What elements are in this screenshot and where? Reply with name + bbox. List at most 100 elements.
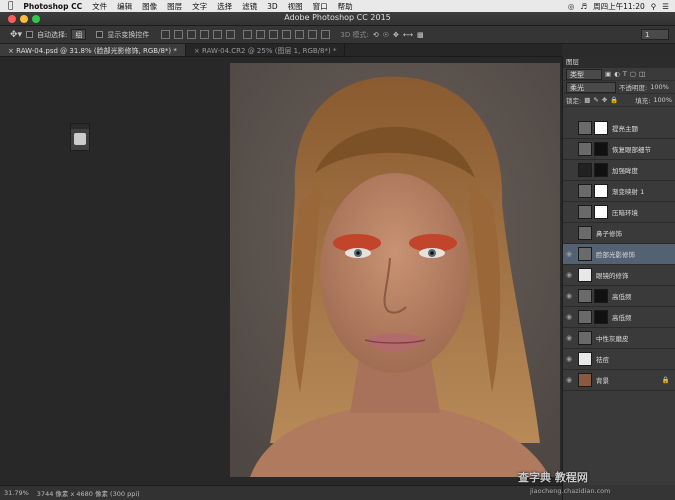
floating-panel[interactable] (70, 123, 90, 151)
menu-help[interactable]: 帮助 (338, 1, 353, 12)
auto-align-icon[interactable] (321, 30, 331, 39)
lock-pixels-icon[interactable]: ▩ (584, 96, 590, 104)
layer-row[interactable]: ◉ 高低频 (563, 286, 675, 307)
options-bar: ✥▾ 自动选择: 组 显示变换控件 3D 模式: ⟲ ☉ ✥ ⟷ ▩ 1 (0, 26, 675, 44)
move-tool-icon[interactable]: ✥▾ (10, 30, 22, 40)
layer-name: 提亮主题 (612, 125, 638, 133)
menu-edit[interactable]: 编辑 (117, 1, 132, 12)
menubar-clock[interactable]: 周四上午11:20 (593, 1, 645, 12)
layers-panel-title[interactable]: 图层 (563, 57, 675, 68)
layer-thumbnail (578, 352, 592, 366)
roll-3d-icon[interactable]: ☉ (383, 31, 389, 39)
app-menu[interactable]: Photoshop CC (23, 2, 82, 11)
filter-adjust-icon[interactable]: ◐ (614, 70, 620, 78)
layer-thumbnail (578, 331, 592, 345)
layer-row[interactable]: 鼻子修饰 (563, 223, 675, 244)
wifi-icon[interactable]: ◎ (568, 2, 575, 11)
doc-size-info[interactable]: 3744 像素 x 4680 像素 (300 ppi) (37, 488, 140, 498)
menu-list-icon[interactable]: ☰ (662, 2, 669, 11)
layer-row[interactable]: 恢复眼部细节 (563, 139, 675, 160)
layer-row[interactable]: ◉ 祛痘 (563, 349, 675, 370)
scale-3d-icon[interactable]: ▩ (417, 31, 424, 39)
filter-shape-icon[interactable]: ▢ (630, 70, 636, 78)
layer-row-selected[interactable]: ◉ 脸部光影修饰 (563, 244, 675, 265)
menu-3d[interactable]: 3D (267, 2, 278, 11)
drag-3d-icon[interactable]: ✥ (393, 31, 399, 39)
lock-icon: 🔒 (661, 376, 670, 384)
eye-icon[interactable]: ◉ (563, 271, 575, 279)
mode3d-label: 3D 模式: (340, 30, 369, 39)
eye-icon[interactable]: ◉ (563, 313, 575, 321)
filter-pixel-icon[interactable]: ▣ (605, 70, 611, 78)
layer-name: 背景 (596, 377, 609, 385)
layer-thumbnail (578, 163, 592, 177)
distribute-hcenter-icon[interactable] (295, 30, 305, 39)
properties-icon[interactable] (74, 133, 86, 145)
menu-filter[interactable]: 滤镜 (242, 1, 257, 12)
menu-view[interactable]: 视图 (288, 1, 303, 12)
menu-layer[interactable]: 图层 (167, 1, 182, 12)
tab-raw04-psd[interactable]: × RAW-04.psd @ 31.8% (脸部光影修饰, RGB/8*) * (0, 44, 186, 56)
eye-icon[interactable]: ◉ (563, 355, 575, 363)
menu-image[interactable]: 图像 (142, 1, 157, 12)
opacity-label: 不透明度: (619, 84, 648, 92)
distribute-bottom-icon[interactable] (269, 30, 279, 39)
align-top-icon[interactable] (161, 30, 171, 39)
eye-icon[interactable]: ◉ (563, 376, 575, 384)
opacity-value[interactable]: 100% (650, 83, 669, 91)
eye-icon[interactable]: ◉ (563, 334, 575, 342)
align-hcenter-icon[interactable] (213, 30, 223, 39)
lock-move-icon[interactable]: ✥ (602, 96, 607, 104)
auto-select-dropdown[interactable]: 组 (71, 29, 87, 40)
lock-all-icon[interactable]: 🔒 (610, 96, 618, 104)
layer-mask-thumbnail (594, 310, 608, 324)
layer-row[interactable]: 压暗环境 (563, 202, 675, 223)
eye-icon[interactable]: ◉ (563, 292, 575, 300)
align-right-icon[interactable] (226, 30, 236, 39)
layer-name: 鼻子修饰 (596, 230, 622, 238)
layer-row[interactable]: ◉ 中性灰磨皮 (563, 328, 675, 349)
filter-smart-icon[interactable]: ◫ (639, 70, 645, 78)
fill-value[interactable]: 100% (653, 96, 672, 104)
layer-row[interactable]: ◉ 背景 🔒 (563, 370, 675, 391)
align-vcenter-icon[interactable] (174, 30, 184, 39)
layer-name: 加强眸度 (612, 167, 638, 175)
slide-3d-icon[interactable]: ⟷ (403, 31, 413, 39)
auto-select-checkbox[interactable] (26, 31, 34, 38)
layer-row[interactable]: 渐变映射 1 (563, 181, 675, 202)
align-bottom-icon[interactable] (187, 30, 197, 39)
layer-row[interactable]: ◉ 高低频 (563, 307, 675, 328)
layer-filter-dropdown[interactable]: 类型 (566, 68, 602, 80)
zoom-level[interactable]: 31.79% (4, 489, 29, 497)
tab-close-icon[interactable]: × (194, 47, 200, 55)
menu-select[interactable]: 选择 (217, 1, 232, 12)
tab-raw04-cr2[interactable]: × RAW-04.CR2 @ 25% (图层 1, RGB/8*) * (186, 44, 346, 56)
layer-row[interactable]: 提亮主题 (563, 118, 675, 139)
eye-icon[interactable]: ◉ (563, 250, 575, 258)
lock-paint-icon[interactable]: ✎ (593, 96, 598, 104)
menu-window[interactable]: 窗口 (313, 1, 328, 12)
distribute-left-icon[interactable] (282, 30, 292, 39)
layer-row[interactable]: 加强眸度 (563, 160, 675, 181)
workspace-dropdown[interactable]: 1 (641, 29, 669, 40)
distribute-vcenter-icon[interactable] (256, 30, 266, 39)
blend-mode-dropdown[interactable]: 柔光 (566, 81, 616, 93)
show-transform-checkbox[interactable] (96, 31, 104, 38)
tab-close-icon[interactable]: × (8, 47, 14, 55)
distribute-top-icon[interactable] (243, 30, 253, 39)
menu-file[interactable]: 文件 (92, 1, 107, 12)
floating-panel-header[interactable] (71, 124, 89, 129)
apple-icon[interactable]:  (8, 1, 13, 11)
align-left-icon[interactable] (200, 30, 210, 39)
menu-type[interactable]: 文字 (192, 1, 207, 12)
layer-mask-thumbnail (594, 205, 608, 219)
portrait-photo[interactable] (230, 63, 560, 477)
fill-label: 填充: (635, 97, 651, 105)
layer-row[interactable]: ◉ 眼镜的修饰 (563, 265, 675, 286)
volume-icon[interactable]: ♬ (580, 2, 587, 11)
filter-type-icon[interactable]: T (623, 70, 627, 78)
window-titlebar: Adobe Photoshop CC 2015 (0, 12, 675, 26)
distribute-right-icon[interactable] (308, 30, 318, 39)
rotate-3d-icon[interactable]: ⟲ (373, 31, 379, 39)
search-icon[interactable]: ⚲ (651, 2, 657, 11)
